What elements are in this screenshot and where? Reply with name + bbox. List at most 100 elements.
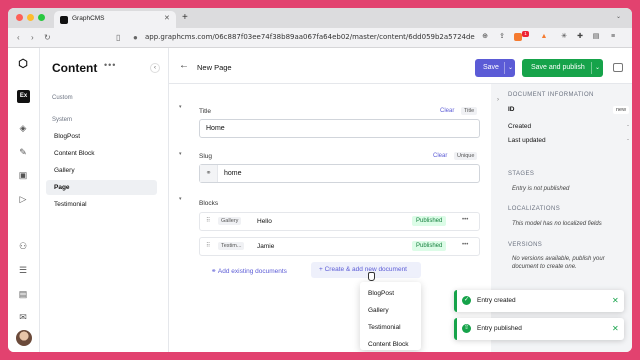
sidebar-item-blogpost[interactable]: BlogPost <box>46 129 157 144</box>
extensions-icon[interactable]: ✚ <box>576 33 584 41</box>
document-info-heading: DOCUMENT INFORMATION <box>508 92 594 98</box>
sidebar-item-content-block[interactable]: Content Block <box>46 146 157 161</box>
back-arrow-icon[interactable]: ‹ <box>17 33 20 42</box>
collapse-field-icon[interactable]: ▾ <box>179 104 182 110</box>
sidebar-icon[interactable]: ▤ <box>592 33 600 41</box>
id-label: ID <box>508 106 515 113</box>
sparkle-icon[interactable]: ✳ <box>560 33 568 41</box>
chevron-down-icon[interactable]: ⌄ <box>508 59 513 77</box>
save-button[interactable]: Save ⌄ <box>475 59 515 77</box>
menu-item-testimonial[interactable]: Testimonial <box>368 324 401 331</box>
back-arrow-icon[interactable]: ← <box>179 60 189 71</box>
panel-expand-icon[interactable]: › <box>497 97 499 103</box>
status-badge: Published <box>412 216 447 226</box>
close-icon[interactable]: ✕ <box>612 296 619 305</box>
collapse-field-icon[interactable]: ▾ <box>179 196 182 202</box>
settings-sliders-icon[interactable]: ☰ <box>17 264 29 276</box>
localizations-note: This model has no localized fields <box>512 221 602 227</box>
sidebar-item-testimonial[interactable]: Testimonial <box>46 197 157 212</box>
bookmark-icon[interactable]: ▯ <box>116 33 120 42</box>
divider <box>591 62 592 74</box>
badge-count: 1 <box>522 31 529 37</box>
toggle-panel-icon[interactable] <box>613 63 623 72</box>
minimize-window-button[interactable] <box>27 14 34 21</box>
id-value: new <box>613 106 630 114</box>
localizations-heading: LOCALIZATIONS <box>508 206 561 212</box>
cast-icon[interactable]: ⊕ <box>481 33 489 41</box>
versions-note: document to create one. <box>512 264 577 270</box>
slug-value: home <box>224 170 242 177</box>
lock-icon[interactable]: ● <box>133 33 138 42</box>
browser-tab[interactable]: GraphCMS ✕ <box>54 11 176 28</box>
close-icon[interactable]: ✕ <box>612 324 619 333</box>
model-tag: Testim... <box>218 242 245 250</box>
row-menu-icon[interactable]: ••• <box>462 242 468 248</box>
slug-unique-chip: Unique <box>454 152 478 160</box>
block-name: Hello <box>257 218 272 225</box>
app-icon-rail: ⬡ Ex ◈ ✎ ▣ ▷ ⚇ ☰ ▤ ✉ <box>8 48 40 352</box>
save-button-label: Save <box>483 64 499 71</box>
tab-close-icon[interactable]: ✕ <box>164 14 170 22</box>
slug-clear-link[interactable]: Clear <box>433 153 447 159</box>
menu-item-content-block[interactable]: Content Block <box>368 341 408 348</box>
editor-main: ← New Page Save ⌄ Save and publish ⌄ ▾ T… <box>169 48 632 352</box>
save-and-publish-button[interactable]: Save and publish ⌄ <box>522 59 603 77</box>
reload-icon[interactable]: ↻ <box>44 33 51 42</box>
collapse-field-icon[interactable]: ▾ <box>179 151 182 157</box>
graphcms-favicon-icon <box>60 16 68 24</box>
sidebar-title: Content <box>52 61 98 75</box>
block-name: Jamie <box>257 243 275 250</box>
more-options-icon[interactable]: ••• <box>104 60 116 70</box>
graphcms-logo-icon[interactable]: ⬡ <box>17 58 29 70</box>
block-row[interactable]: ⠿ Testim... Jamie Published ••• <box>199 237 480 256</box>
create-new-document-button[interactable]: + Create & add new document <box>311 262 421 278</box>
sidebar-group-system: System <box>52 117 73 123</box>
page-title: New Page <box>197 63 232 72</box>
model-dropdown-menu: BlogPost Gallery Testimonial Content Blo… <box>360 282 421 350</box>
menu-item-gallery[interactable]: Gallery <box>368 307 389 314</box>
zoom-window-button[interactable] <box>38 14 45 21</box>
add-existing-label: Add existing documents <box>217 268 287 275</box>
block-row[interactable]: ⠿ Gallery Hello Published ••• <box>199 212 480 231</box>
sidebar-item-page[interactable]: Page <box>46 180 157 195</box>
brave-rewards-icon[interactable]: ▲ <box>540 33 548 41</box>
last-updated-label: Last updated <box>508 137 546 144</box>
tab-list-icon[interactable]: ⌄ <box>616 13 621 20</box>
webhooks-icon[interactable]: ⚇ <box>17 240 29 252</box>
title-input[interactable]: Home <box>199 119 480 138</box>
created-value: - <box>627 123 629 129</box>
forward-arrow-icon[interactable]: › <box>31 33 34 42</box>
url-field[interactable]: app.graphcms.com/06c887f03ee74f38b89aa06… <box>145 33 475 41</box>
stages-note: Entry is not published <box>512 186 570 192</box>
add-existing-documents-link[interactable]: ⚭ Add existing documents <box>211 267 287 275</box>
publish-button-label: Save and publish <box>531 64 585 71</box>
docs-icon[interactable]: ▤ <box>17 288 29 300</box>
content-edit-icon[interactable]: ✎ <box>17 146 29 158</box>
avatar[interactable] <box>16 330 32 346</box>
playground-play-icon[interactable]: ▷ <box>17 193 29 205</box>
toast-text: Entry created <box>477 297 516 304</box>
hand-cursor-icon <box>368 272 375 281</box>
menu-icon[interactable]: ≡ <box>609 33 617 41</box>
divider <box>504 62 505 74</box>
chat-support-icon[interactable]: ✉ <box>17 311 29 323</box>
row-menu-icon[interactable]: ••• <box>462 217 468 223</box>
collapse-sidebar-icon[interactable]: ‹ <box>150 63 160 73</box>
brave-shield-icon[interactable] <box>514 33 522 41</box>
slug-input[interactable]: ⚭ home <box>199 164 480 183</box>
content-sidebar: Content ••• ‹ Custom System BlogPost Con… <box>40 48 169 352</box>
close-window-button[interactable] <box>16 14 23 21</box>
assets-icon[interactable]: ▣ <box>17 169 29 181</box>
share-icon[interactable]: ⇪ <box>498 33 506 41</box>
drag-handle-icon[interactable]: ⠿ <box>206 242 210 249</box>
sidebar-item-gallery[interactable]: Gallery <box>46 163 157 178</box>
new-tab-button[interactable]: + <box>182 12 188 23</box>
slug-field-label: Slug <box>199 153 213 160</box>
schema-layers-icon[interactable]: ◈ <box>17 122 29 134</box>
project-badge[interactable]: Ex <box>17 90 30 103</box>
chevron-down-icon[interactable]: ⌄ <box>595 59 600 77</box>
title-clear-link[interactable]: Clear <box>440 108 454 114</box>
editor-header: ← New Page Save ⌄ Save and publish ⌄ <box>169 48 632 84</box>
menu-item-blogpost[interactable]: BlogPost <box>368 290 394 297</box>
drag-handle-icon[interactable]: ⠿ <box>206 217 210 224</box>
